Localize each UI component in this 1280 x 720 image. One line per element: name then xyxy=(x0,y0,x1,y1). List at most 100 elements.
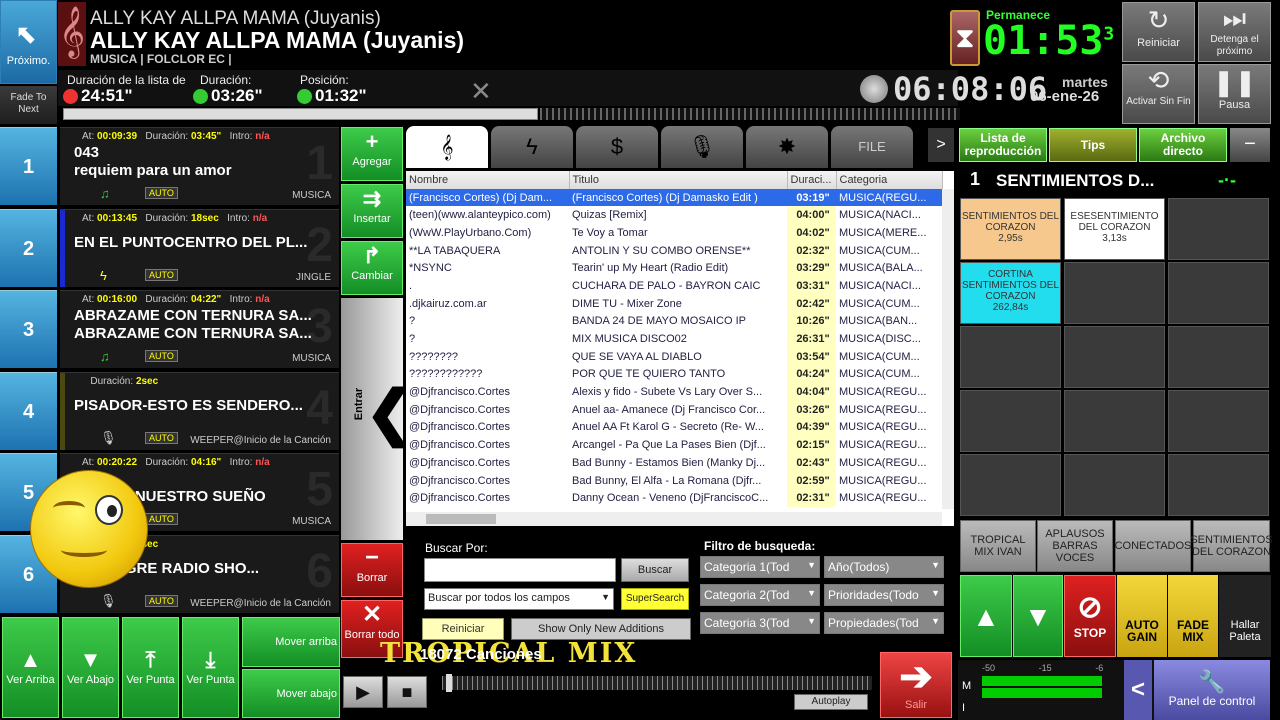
search-input[interactable] xyxy=(424,558,616,582)
column-header[interactable]: Categoria xyxy=(836,171,943,189)
table-row[interactable]: . CUCHARA DE PALO - BAYRON CAIC 03:31" MUSI… xyxy=(406,277,942,295)
cart-cell[interactable]: ESESENTIMIENTO DEL CORAZON 3,13s xyxy=(1064,198,1165,260)
propiedades-select[interactable]: Propiedades(Tod xyxy=(824,612,944,634)
borrar-button[interactable]: − Borrar xyxy=(341,543,403,597)
cart-down-button[interactable]: ▼ xyxy=(1013,575,1063,657)
fade-mix-button[interactable]: FADE MIX xyxy=(1168,575,1218,657)
table-row[interactable]: @Djfrancisco.Cortes Arcangel - Pa Que La … xyxy=(406,436,942,454)
slot-number[interactable]: 1 xyxy=(0,127,57,205)
tab-jingle[interactable]: ϟ xyxy=(491,126,573,168)
table-row[interactable]: .djkairuz.com.ar DIME TU - Mixer Zone 02:4… xyxy=(406,294,942,313)
column-header[interactable]: Duraci... xyxy=(787,171,837,189)
cart-cell[interactable] xyxy=(1064,454,1165,516)
auto-gain-button[interactable]: AUTO GAIN xyxy=(1117,575,1167,657)
panel-control-button[interactable]: 🔧 Panel de control xyxy=(1154,660,1270,720)
detenga-button[interactable]: ⏭ Detenga el próximo xyxy=(1198,2,1271,62)
table-row[interactable]: ? BANDA 24 DE MAYO MOSAICO IP 10:26" MUSICA… xyxy=(406,312,942,331)
cart-cell[interactable] xyxy=(960,326,1061,388)
column-header[interactable]: Titulo xyxy=(569,171,788,189)
categoria1-select[interactable]: Categoria 1(Tod xyxy=(700,556,820,578)
cart-cell[interactable] xyxy=(960,454,1061,516)
table-row[interactable]: (teen)(www.alanteypico.com) Quizas [Remix… xyxy=(406,206,942,225)
cart-tile[interactable]: TROPICAL MIX IVAN xyxy=(960,520,1036,572)
playlist-item[interactable]: 2 At: 00:13:45 Duración: 18sec Intro: n/a… xyxy=(60,209,339,287)
pausa-button[interactable]: ❚❚ Pausa xyxy=(1198,64,1271,124)
stop-button[interactable]: ⊘ STOP xyxy=(1064,575,1116,657)
playlist-item[interactable]: 1 At: 00:09:39 Duración: 03:45" Intro: n/… xyxy=(60,127,339,205)
horizontal-scrollbar[interactable] xyxy=(406,512,942,526)
table-row[interactable]: @Djfrancisco.Cortes Bad Bunny, El Alfa - … xyxy=(406,471,942,490)
play-button[interactable]: ▶ xyxy=(343,676,383,708)
column-header[interactable]: Nombre xyxy=(406,171,570,189)
cart-cell[interactable] xyxy=(1168,198,1269,260)
buscar-button[interactable]: Buscar xyxy=(621,558,689,582)
cart-cell[interactable] xyxy=(1168,454,1269,516)
categoria3-select[interactable]: Categoria 3(Tod xyxy=(700,612,820,634)
tab-commercial[interactable]: $ xyxy=(576,126,658,168)
entrar-button[interactable]: Entrar ❮ xyxy=(341,298,415,540)
ver-punta-bottom-button[interactable]: ⤓ Ver Punta xyxy=(182,617,239,718)
tips-button[interactable]: Tips xyxy=(1049,128,1137,162)
cart-cell[interactable] xyxy=(1064,326,1165,388)
cart-cell[interactable]: SENTIMIENTOS DEL CORAZON 2,95s xyxy=(960,198,1061,260)
reiniciar-search-button[interactable]: Reiniciar xyxy=(422,618,504,640)
table-row[interactable]: **LA TABAQUERA ANTOLIN Y SU COMBO ORENSE*… xyxy=(406,241,942,260)
cart-tile[interactable]: APLAUSOS BARRAS VOCES xyxy=(1037,520,1113,572)
cart-cell[interactable] xyxy=(1064,262,1165,324)
tab-file[interactable]: FILE xyxy=(831,126,913,168)
cart-cell[interactable] xyxy=(1168,390,1269,452)
reiniciar-button[interactable]: ↻ Reiniciar xyxy=(1122,2,1195,62)
ver-arriba-button[interactable]: ▲ Ver Arriba xyxy=(2,617,59,718)
mover-arriba-button[interactable]: Mover arriba xyxy=(242,617,340,667)
salir-button[interactable]: ➔ Salir xyxy=(880,652,952,718)
minimize-button[interactable]: − xyxy=(1230,128,1270,162)
cambiar-button[interactable]: ↱ Cambiar xyxy=(341,241,403,295)
panel-title[interactable]: SENTIMIENTOS D... xyxy=(996,171,1154,191)
supersearch-button[interactable]: SuperSearch xyxy=(621,588,689,610)
cart-cell[interactable] xyxy=(1064,390,1165,452)
cart-tile[interactable]: SENTIMIENTOS DEL CORAZON xyxy=(1190,520,1273,572)
stop-preview-button[interactable]: ■ xyxy=(387,676,427,708)
ver-punta-top-button[interactable]: ⤒ Ver Punta xyxy=(122,617,179,718)
collapse-button[interactable]: < xyxy=(1124,660,1152,720)
table-row[interactable]: ? MIX MUSICA DISCO02 26:31" MUSICA(DISC... xyxy=(406,330,942,348)
lista-reproduccion-button[interactable]: Lista de reproducción xyxy=(959,128,1047,162)
slot-number[interactable]: 3 xyxy=(0,290,57,368)
slot-number[interactable]: 2 xyxy=(0,209,57,287)
agregar-button[interactable]: + Agregar xyxy=(341,127,403,181)
playlist-item[interactable]: 3 At: 00:16:00 Duración: 04:22" Intro: n/… xyxy=(60,290,339,368)
slot-number[interactable]: 4 xyxy=(0,372,57,450)
anio-select[interactable]: Año(Todos) xyxy=(824,556,944,578)
table-row[interactable]: @Djfrancisco.Cortes Danny Ocean - Veneno … xyxy=(406,489,942,508)
categoria2-select[interactable]: Categoria 2(Tod xyxy=(700,584,820,606)
show-new-button[interactable]: Show Only New Additions xyxy=(511,618,691,640)
fade-to-next-button[interactable]: Fade To Next xyxy=(0,86,57,124)
table-row[interactable]: @Djfrancisco.Cortes Anuel AA Ft Karol G -… xyxy=(406,418,942,437)
cart-cell[interactable] xyxy=(1168,262,1269,324)
table-row[interactable]: @Djfrancisco.Cortes Alexis y fido - Subet… xyxy=(406,383,942,401)
mover-abajo-button[interactable]: Mover abajo xyxy=(242,669,340,718)
tab-more-button[interactable]: > xyxy=(928,128,954,162)
table-row[interactable]: (WwW.PlayUrbano.Com) Te Voy a Tomar 04:02"… xyxy=(406,224,942,242)
insertar-button[interactable]: ⇉ Insertar xyxy=(341,184,403,238)
search-fields-select[interactable]: Buscar por todos los campos xyxy=(424,588,614,610)
table-row[interactable]: *NSYNC Tearin' up My Heart (Radio Edit) 03… xyxy=(406,259,942,278)
cart-cell[interactable]: CORTINA SENTIMIENTOS DEL CORAZON 262,84s xyxy=(960,262,1061,324)
cart-cell[interactable] xyxy=(1168,326,1269,388)
tab-effects[interactable]: ✸ xyxy=(746,126,828,168)
table-row[interactable]: (Francisco Cortes) (Dj Dam... (Francisco … xyxy=(406,188,942,207)
tab-music[interactable]: 𝄞 xyxy=(406,126,488,168)
tab-voice[interactable]: 🎙 xyxy=(661,126,743,168)
progress-bar[interactable] xyxy=(63,108,538,120)
table-row[interactable]: ???????????? POR QUE TE QUIERO TANTO 04:24… xyxy=(406,365,942,384)
ver-abajo-button[interactable]: ▼ Ver Abajo xyxy=(62,617,119,718)
cart-tile[interactable]: CONECTADOS xyxy=(1115,520,1191,572)
hallar-paleta-button[interactable]: Hallar Paleta xyxy=(1219,575,1271,657)
preview-slider[interactable] xyxy=(442,674,872,692)
activar-sin-fin-button[interactable]: ⟲ Activar Sin Fin xyxy=(1122,64,1195,124)
table-row[interactable]: ???????? QUE SE VAYA AL DIABLO 03:54" MUSIC… xyxy=(406,347,942,366)
vertical-scrollbar[interactable] xyxy=(942,189,954,509)
playlist-item[interactable]: 4 Duración: 2sec PISADOR-ESTO ES SENDERO… xyxy=(60,372,339,450)
prioridades-select[interactable]: Prioridades(Todo xyxy=(824,584,944,606)
table-row[interactable]: @Djfrancisco.Cortes Bad Bunny - Estamos B… xyxy=(406,454,942,472)
